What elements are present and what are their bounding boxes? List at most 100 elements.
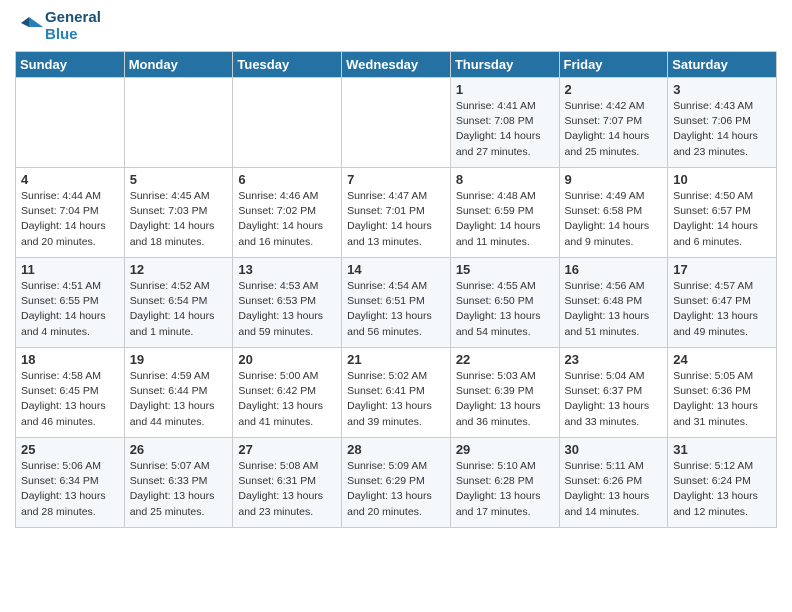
calendar-cell: 27 Sunrise: 5:08 AM Sunset: 6:31 PM Dayli…: [233, 438, 342, 528]
day-info: Sunrise: 5:04 AM Sunset: 6:37 PM Dayligh…: [565, 369, 663, 430]
calendar-cell: 24 Sunrise: 5:05 AM Sunset: 6:36 PM Dayli…: [668, 348, 777, 438]
day-number: 28: [347, 442, 445, 457]
day-info: Sunrise: 4:59 AM Sunset: 6:44 PM Dayligh…: [130, 369, 228, 430]
calendar-cell: 5Sunrise: 4:45 AM Sunset: 7:03 PM Daylig…: [124, 168, 233, 258]
calendar-cell: 19 Sunrise: 4:59 AM Sunset: 6:44 PM Dayli…: [124, 348, 233, 438]
calendar-cell: [233, 78, 342, 168]
day-number: 31: [673, 442, 771, 457]
day-info: Sunrise: 4:58 AM Sunset: 6:45 PM Dayligh…: [21, 369, 119, 430]
day-number: 17: [673, 262, 771, 277]
calendar-cell: 6 Sunrise: 4:46 AM Sunset: 7:02 PM Daylig…: [233, 168, 342, 258]
day-number: 22: [456, 352, 554, 367]
day-number: 9: [565, 172, 663, 187]
day-number: 10: [673, 172, 771, 187]
day-number: 14: [347, 262, 445, 277]
day-info: Sunrise: 4:55 AM Sunset: 6:50 PM Dayligh…: [456, 279, 554, 340]
calendar-cell: 8 Sunrise: 4:48 AM Sunset: 6:59 PM Daylig…: [450, 168, 559, 258]
calendar-cell: 20Sunrise: 5:00 AM Sunset: 6:42 PM Dayli…: [233, 348, 342, 438]
calendar-cell: 28 Sunrise: 5:09 AM Sunset: 6:29 PM Dayli…: [342, 438, 451, 528]
day-number: 16: [565, 262, 663, 277]
calendar-cell: 31Sunrise: 5:12 AM Sunset: 6:24 PM Dayli…: [668, 438, 777, 528]
day-number: 1: [456, 82, 554, 97]
day-info: Sunrise: 5:05 AM Sunset: 6:36 PM Dayligh…: [673, 369, 771, 430]
day-info: Sunrise: 5:06 AM Sunset: 6:34 PM Dayligh…: [21, 459, 119, 520]
day-info: Sunrise: 4:41 AM Sunset: 7:08 PM Dayligh…: [456, 99, 554, 160]
day-info: Sunrise: 4:42 AM Sunset: 7:07 PM Dayligh…: [565, 99, 663, 160]
day-number: 30: [565, 442, 663, 457]
day-info: Sunrise: 5:08 AM Sunset: 6:31 PM Dayligh…: [238, 459, 336, 520]
calendar-cell: [342, 78, 451, 168]
day-info: Sunrise: 5:07 AM Sunset: 6:33 PM Dayligh…: [130, 459, 228, 520]
day-number: 23: [565, 352, 663, 367]
day-info: Sunrise: 4:52 AM Sunset: 6:54 PM Dayligh…: [130, 279, 228, 340]
day-number: 11: [21, 262, 119, 277]
day-info: Sunrise: 4:51 AM Sunset: 6:55 PM Dayligh…: [21, 279, 119, 340]
logo-text: General Blue: [15, 10, 101, 43]
column-header-tuesday: Tuesday: [233, 52, 342, 78]
calendar-cell: 12 Sunrise: 4:52 AM Sunset: 6:54 PM Dayli…: [124, 258, 233, 348]
day-number: 8: [456, 172, 554, 187]
day-number: 12: [130, 262, 228, 277]
day-number: 2: [565, 82, 663, 97]
day-info: Sunrise: 4:54 AM Sunset: 6:51 PM Dayligh…: [347, 279, 445, 340]
calendar-cell: 4 Sunrise: 4:44 AM Sunset: 7:04 PM Daylig…: [16, 168, 125, 258]
calendar-cell: 26 Sunrise: 5:07 AM Sunset: 6:33 PM Dayli…: [124, 438, 233, 528]
day-number: 26: [130, 442, 228, 457]
day-number: 27: [238, 442, 336, 457]
calendar-cell: 23 Sunrise: 5:04 AM Sunset: 6:37 PM Dayli…: [559, 348, 668, 438]
calendar-cell: 9Sunrise: 4:49 AM Sunset: 6:58 PM Daylig…: [559, 168, 668, 258]
logo-bird-icon: [15, 13, 43, 41]
day-number: 6: [238, 172, 336, 187]
day-info: Sunrise: 4:44 AM Sunset: 7:04 PM Dayligh…: [21, 189, 119, 250]
calendar-cell: 29 Sunrise: 5:10 AM Sunset: 6:28 PM Dayli…: [450, 438, 559, 528]
day-info: Sunrise: 4:56 AM Sunset: 6:48 PM Dayligh…: [565, 279, 663, 340]
calendar-cell: 1 Sunrise: 4:41 AM Sunset: 7:08 PM Daylig…: [450, 78, 559, 168]
calendar-cell: 3 Sunrise: 4:43 AM Sunset: 7:06 PM Daylig…: [668, 78, 777, 168]
calendar-cell: 16 Sunrise: 4:56 AM Sunset: 6:48 PM Dayli…: [559, 258, 668, 348]
column-header-sunday: Sunday: [16, 52, 125, 78]
day-info: Sunrise: 4:57 AM Sunset: 6:47 PM Dayligh…: [673, 279, 771, 340]
calendar-cell: 30 Sunrise: 5:11 AM Sunset: 6:26 PM Dayli…: [559, 438, 668, 528]
column-header-wednesday: Wednesday: [342, 52, 451, 78]
day-info: Sunrise: 4:48 AM Sunset: 6:59 PM Dayligh…: [456, 189, 554, 250]
column-header-thursday: Thursday: [450, 52, 559, 78]
day-number: 18: [21, 352, 119, 367]
day-number: 19: [130, 352, 228, 367]
calendar-table: SundayMondayTuesdayWednesdayThursdayFrid…: [15, 51, 777, 528]
day-number: 13: [238, 262, 336, 277]
calendar-cell: [16, 78, 125, 168]
day-number: 5: [130, 172, 228, 187]
column-header-saturday: Saturday: [668, 52, 777, 78]
day-info: Sunrise: 4:46 AM Sunset: 7:02 PM Dayligh…: [238, 189, 336, 250]
day-number: 15: [456, 262, 554, 277]
day-number: 24: [673, 352, 771, 367]
logo-line2: Blue: [45, 27, 101, 44]
calendar-cell: 2 Sunrise: 4:42 AM Sunset: 7:07 PM Daylig…: [559, 78, 668, 168]
day-number: 7: [347, 172, 445, 187]
day-info: Sunrise: 5:09 AM Sunset: 6:29 PM Dayligh…: [347, 459, 445, 520]
day-number: 4: [21, 172, 119, 187]
calendar-cell: 18 Sunrise: 4:58 AM Sunset: 6:45 PM Dayli…: [16, 348, 125, 438]
page-header: General Blue: [15, 10, 777, 43]
day-info: Sunrise: 5:00 AM Sunset: 6:42 PM Dayligh…: [238, 369, 336, 430]
calendar-cell: 11 Sunrise: 4:51 AM Sunset: 6:55 PM Dayli…: [16, 258, 125, 348]
day-info: Sunrise: 5:03 AM Sunset: 6:39 PM Dayligh…: [456, 369, 554, 430]
calendar-cell: 7 Sunrise: 4:47 AM Sunset: 7:01 PM Daylig…: [342, 168, 451, 258]
day-number: 25: [21, 442, 119, 457]
day-number: 3: [673, 82, 771, 97]
column-header-friday: Friday: [559, 52, 668, 78]
day-info: Sunrise: 4:43 AM Sunset: 7:06 PM Dayligh…: [673, 99, 771, 160]
logo: General Blue: [15, 10, 101, 43]
day-info: Sunrise: 4:47 AM Sunset: 7:01 PM Dayligh…: [347, 189, 445, 250]
calendar-cell: 15 Sunrise: 4:55 AM Sunset: 6:50 PM Dayli…: [450, 258, 559, 348]
column-header-monday: Monday: [124, 52, 233, 78]
calendar-cell: [124, 78, 233, 168]
logo-line1: General: [45, 10, 101, 27]
day-info: Sunrise: 5:11 AM Sunset: 6:26 PM Dayligh…: [565, 459, 663, 520]
calendar-cell: 25 Sunrise: 5:06 AM Sunset: 6:34 PM Dayli…: [16, 438, 125, 528]
calendar-cell: 14 Sunrise: 4:54 AM Sunset: 6:51 PM Dayli…: [342, 258, 451, 348]
calendar-cell: 22 Sunrise: 5:03 AM Sunset: 6:39 PM Dayli…: [450, 348, 559, 438]
day-number: 29: [456, 442, 554, 457]
calendar-cell: 13Sunrise: 4:53 AM Sunset: 6:53 PM Dayli…: [233, 258, 342, 348]
day-info: Sunrise: 5:10 AM Sunset: 6:28 PM Dayligh…: [456, 459, 554, 520]
